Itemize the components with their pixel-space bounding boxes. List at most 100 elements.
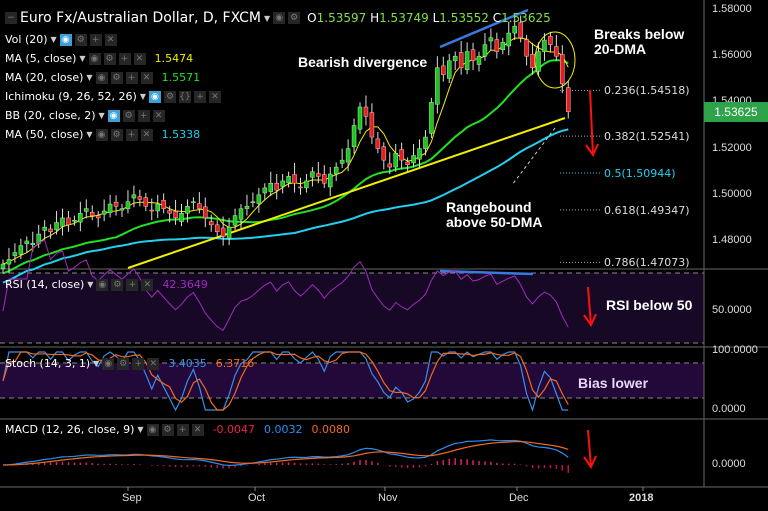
gear-icon[interactable]: ⚙ (288, 12, 301, 24)
plus-icon[interactable]: + (126, 278, 139, 291)
close-icon[interactable]: ✕ (152, 109, 165, 122)
indicator-legend[interactable]: Vol (20) ▼ ◉ ⚙ + ✕ (5, 33, 126, 46)
candle-body (119, 208, 125, 211)
candle-body (84, 208, 89, 212)
eye-icon[interactable]: ◉ (88, 52, 101, 65)
close-icon[interactable]: ✕ (104, 33, 117, 46)
plus-icon[interactable]: + (193, 90, 206, 103)
candle-body (369, 112, 375, 138)
candle-body (411, 155, 416, 164)
eye-icon[interactable]: ◉ (96, 278, 109, 291)
stoch-axis-top: 100.0000 (712, 344, 758, 356)
indicator-legend[interactable]: MA (50, close) ▼ ◉ ⚙ + ✕ 1.5338 (5, 128, 200, 141)
macd-axis-label: 0.0000 (712, 458, 746, 470)
collapse-icon[interactable]: − (5, 12, 17, 24)
indicator-legend[interactable]: Ichimoku (9, 26, 52, 26) ▼ ◉ ⚙{} + ✕ (5, 90, 230, 103)
chevron-down-icon[interactable]: ▼ (137, 425, 143, 434)
annotation-rsi-below-50: RSI below 50 (606, 297, 693, 313)
candle-body (125, 201, 131, 209)
close-icon[interactable]: ✕ (140, 71, 153, 84)
fib-level-label: 0.382(1.52541) (604, 130, 690, 144)
close-icon[interactable]: ✕ (140, 128, 153, 141)
time-axis-tick: Nov (378, 492, 398, 504)
candle-body (226, 226, 232, 239)
close-icon[interactable]: ✕ (191, 423, 204, 436)
eye-icon[interactable]: ◉ (146, 423, 159, 436)
indicator-value: 1.5338 (161, 128, 201, 141)
candle-body (214, 224, 220, 233)
gear-icon[interactable]: ⚙ (110, 128, 123, 141)
chevron-down-icon[interactable]: ▼ (86, 130, 92, 139)
gear-icon[interactable]: ⚙ (117, 357, 130, 370)
candle-body (560, 54, 565, 85)
plus-icon[interactable]: + (125, 128, 138, 141)
time-axis-tick: 2018 (629, 492, 654, 504)
plus-icon[interactable]: + (118, 52, 131, 65)
chevron-down-icon[interactable]: ▼ (93, 359, 99, 368)
red-arrow-icon (587, 429, 592, 468)
symbol-legend[interactable]: − Euro Fx/Australian Dollar, D, FXCM ▼ ◉ ⚙… (5, 10, 551, 26)
chevron-down-icon[interactable]: ▼ (87, 280, 93, 289)
fib-level-label: 0.236(1.54518) (604, 84, 690, 98)
indicator-legend[interactable]: MA (5, close) ▼ ◉ ⚙ + ✕ 1.5474 (5, 52, 193, 65)
gear-icon[interactable]: ⚙ (161, 423, 174, 436)
plus-icon[interactable]: + (137, 109, 150, 122)
current-price-label: 1.53625 (704, 102, 768, 122)
candle-body (60, 217, 65, 227)
plus-icon[interactable]: + (89, 33, 102, 46)
candle-body (0, 263, 6, 269)
eye-icon[interactable]: ◉ (102, 357, 115, 370)
candle-body (232, 215, 238, 226)
close-icon[interactable]: ✕ (147, 357, 160, 370)
candle-body (375, 138, 381, 149)
gear-icon[interactable]: ⚙ (110, 71, 123, 84)
indicator-legend[interactable]: BB (20, close, 2) ▼ ◉ ⚙ + ✕ (5, 109, 174, 122)
plus-icon[interactable]: + (132, 357, 145, 370)
candle-body (6, 259, 12, 265)
candle-body (48, 228, 53, 233)
eye-icon[interactable]: ◉ (95, 128, 108, 141)
gear-icon[interactable]: ⚙ (122, 109, 135, 122)
candle-body (345, 148, 351, 163)
macd-legend[interactable]: MACD (12, 26, close, 9) ▼ ◉ ⚙ + ✕ -0.0047 0.003… (5, 423, 350, 436)
candle-body (316, 173, 321, 177)
annotation-rangebound: Rangebound above 50-DMA (446, 199, 543, 230)
eye-icon[interactable]: ◉ (107, 109, 120, 122)
macd-signal-value: 0.0080 (311, 423, 350, 436)
candle-body (399, 149, 404, 161)
rsi-legend[interactable]: RSI (14, close) ▼ ◉ ⚙ + ✕ 42.3649 (5, 278, 208, 291)
gear-icon[interactable]: ⚙ (163, 90, 176, 103)
eye-icon[interactable]: ◉ (273, 12, 286, 24)
candle-body (101, 210, 107, 215)
candle-body (78, 213, 83, 223)
gear-icon[interactable]: ⚙ (74, 33, 87, 46)
chevron-down-icon[interactable]: ▼ (86, 73, 92, 82)
candle-body (203, 206, 208, 219)
chart-window: − Euro Fx/Australian Dollar, D, FXCM ▼ ◉ ⚙… (0, 0, 768, 511)
candle-body (262, 187, 268, 194)
close-icon[interactable]: ✕ (133, 52, 146, 65)
chevron-down-icon[interactable]: ▼ (99, 111, 105, 120)
plus-icon[interactable]: + (176, 423, 189, 436)
stoch-legend[interactable]: Stoch (14, 3, 1) ▼ ◉ ⚙ + ✕ 3.4035 6.3716 (5, 357, 254, 370)
candle-body (298, 186, 303, 189)
eye-icon[interactable]: ◉ (95, 71, 108, 84)
candle-body (197, 203, 202, 209)
candle-body (530, 54, 535, 69)
indicator-legend[interactable]: MA (20, close) ▼ ◉ ⚙ + ✕ 1.5571 (5, 71, 200, 84)
plus-icon[interactable]: + (125, 71, 138, 84)
candle-body (292, 174, 297, 184)
chevron-down-icon[interactable]: ▼ (51, 35, 57, 44)
eye-icon[interactable]: ◉ (148, 90, 161, 103)
gear-icon[interactable]: ⚙ (111, 278, 124, 291)
eye-icon[interactable]: ◉ (59, 33, 72, 46)
candle-body (476, 55, 482, 65)
gear-icon[interactable]: ⚙ (103, 52, 116, 65)
braces-icon[interactable]: {} (178, 90, 191, 103)
time-axis-tick: Sep (122, 492, 142, 504)
close-icon[interactable]: ✕ (208, 90, 221, 103)
chevron-down-icon[interactable]: ▼ (264, 14, 270, 23)
chevron-down-icon[interactable]: ▼ (140, 92, 146, 101)
chevron-down-icon[interactable]: ▼ (79, 54, 85, 63)
close-icon[interactable]: ✕ (141, 278, 154, 291)
